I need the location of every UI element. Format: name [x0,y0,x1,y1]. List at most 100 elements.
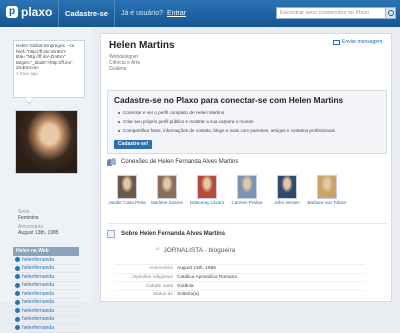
web-network-label: helenfernanda [22,256,54,263]
web-network-label: helenfernanda [22,273,54,280]
birthday-field: Aniversário August 13th, 1985 [18,224,59,236]
about-row-value: Goiânia [177,283,194,289]
plaxo-logo-icon: p [6,6,18,18]
network-icon [15,325,20,331]
quote-mark-icon: “ [156,246,160,258]
web-network-label: helenfernanda [22,324,54,331]
already-user-label: Já é usuário? [120,10,163,17]
profile-photo [15,110,78,174]
about-details: Aniversário August 13th, 1985 Opiniões rel… [115,264,365,299]
send-message-label: Enviar mensagem [342,39,383,45]
profile-card: Helen Martins Webdesigner Ciência e Arte… [100,33,392,302]
network-icon [15,257,20,263]
connection-avatar [277,175,297,199]
about-row: Aniversário August 13th, 1985 [115,264,365,273]
about-row-label: Aniversário [149,266,173,272]
signup-benefit: Criar seu próprio perfil público e mostr… [118,117,380,126]
connection-item[interactable]: Jander Caita Preta [107,175,147,206]
connection-name: Carmen Pralow [231,200,263,205]
plaxo-logo[interactable]: p plaxo [6,5,52,19]
connection-item[interactable]: John Jensen [267,175,307,206]
web-network-label: helenfernanda [22,299,54,306]
connection-avatar [117,175,137,199]
connections-header: Conexões de Helen Fernanda Alves Martins [107,158,238,166]
connection-avatar [197,175,217,199]
network-icon [15,282,20,288]
birthday-value: August 13th, 1985 [18,230,59,236]
connection-name: John Jensen [274,200,300,205]
network-icon [15,291,20,297]
web-network-item[interactable]: helenfernanda [13,282,79,290]
connection-name: Marlene Soares [151,200,183,205]
about-title: Sobre Helen Fernanda Alves Martins [121,231,226,237]
connection-avatar [157,175,177,199]
about-quote: “ JORNALISTA - blogueira [156,246,235,258]
connections-title: Conexões de Helen Fernanda Alves Martins [121,159,239,165]
web-network-label: helenfernanda [22,265,54,272]
about-row-value: Católica Apostólica Romana [177,275,237,281]
web-network-label: helenfernanda [22,290,54,297]
status-time: 1 hour ago [16,70,38,76]
network-icon [15,265,20,271]
about-row-value: Solteiro(a) [177,292,200,298]
signup-benefit: Conectar e ver o perfil completo de Hele… [118,108,380,117]
signup-box-title: Cadastre-se no Plaxo para conectar-se co… [114,95,344,105]
web-networks-title: Helen na Web [13,247,79,256]
web-network-item[interactable]: helenfernanda [13,307,79,316]
logo-text: plaxo [21,5,53,19]
about-row-value: August 13th, 1985 [177,266,216,272]
send-message-link[interactable]: Enviar mensagem [333,39,382,45]
web-network-item[interactable]: helenfernanda [13,316,79,324]
web-network-item[interactable]: helenfernanda [13,265,79,273]
signup-benefit: Compartilhar fotos, informações de conta… [118,126,380,135]
signup-link[interactable]: Cadastre-se [58,0,115,27]
connection-item[interactable]: Dobronay Lázaro [187,175,227,206]
web-network-item[interactable]: helenfernanda [13,256,79,265]
about-row: Cidade natal Goiânia [115,281,365,290]
sex-field: Sexo Feminino [18,209,39,221]
sex-value: Feminino [18,215,39,221]
web-network-item[interactable]: helenfernanda [13,290,79,299]
search-input[interactable]: Encontrar seus conhecidos no Plaxo [276,7,386,19]
connection-name: Dobronay Lázaro [189,200,225,205]
enter-link[interactable]: Entrar [167,10,186,17]
profile-city: Goiânia [109,66,127,72]
connection-item[interactable]: Carmen Pralow [227,175,267,206]
connection-avatar [237,175,257,199]
status-text: Helen Global Empregos - <a href="http://… [16,43,75,71]
about-row-label: Status de [152,292,173,298]
network-icon [15,274,20,280]
connection-avatar [317,175,337,199]
about-quote-text: JORNALISTA - blogueira [163,247,236,254]
web-network-label: helenfernanda [22,282,54,289]
web-network-label: helenfernanda [22,307,54,314]
web-network-item[interactable]: helenfernanda [13,324,79,333]
web-network-item[interactable]: helenfernanda [13,273,79,282]
envelope-icon [333,39,340,45]
signup-button[interactable]: Cadastre-se! [114,140,153,149]
network-icon [15,299,20,305]
connection-item[interactable]: Barbara von Tobien [307,175,347,206]
web-network-label: helenfernanda [22,316,54,323]
connections-list: Jander Caita Preta Marlene Soares Dobronay… [107,175,387,206]
search-icon[interactable] [385,7,396,19]
web-networks: Helen na Web helenfernanda helenfernanda h… [13,247,79,333]
connection-item[interactable]: Marlene Soares [147,175,187,206]
top-bar: p plaxo Cadastre-se Já é usuário? Entrar… [0,0,400,27]
status-bubble: Helen Global Empregos - <a href="http://… [13,40,85,98]
about-row-label: Opiniões religiosas [132,275,173,281]
connection-name: Barbara von Tobien [307,200,347,205]
profile-name: Helen Martins [109,40,175,51]
about-row: Opiniões religiosas Católica Apostólica R… [115,272,365,282]
connection-name: Jander Caita Preta [108,200,146,205]
network-icon [15,316,20,322]
people-icon [107,158,117,166]
about-row: Status de Solteiro(a) [115,290,365,299]
left-sidebar: Helen Global Empregos - <a href="http://… [0,27,92,333]
signup-box: Cadastre-se no Plaxo para conectar-se co… [107,90,387,154]
web-network-item[interactable]: helenfernanda [13,299,79,307]
profile-card-icon [107,230,115,238]
top-nav: Cadastre-se Já é usuário? Entrar [58,0,186,27]
about-row-label: Cidade natal [146,283,173,289]
divider [107,223,387,224]
